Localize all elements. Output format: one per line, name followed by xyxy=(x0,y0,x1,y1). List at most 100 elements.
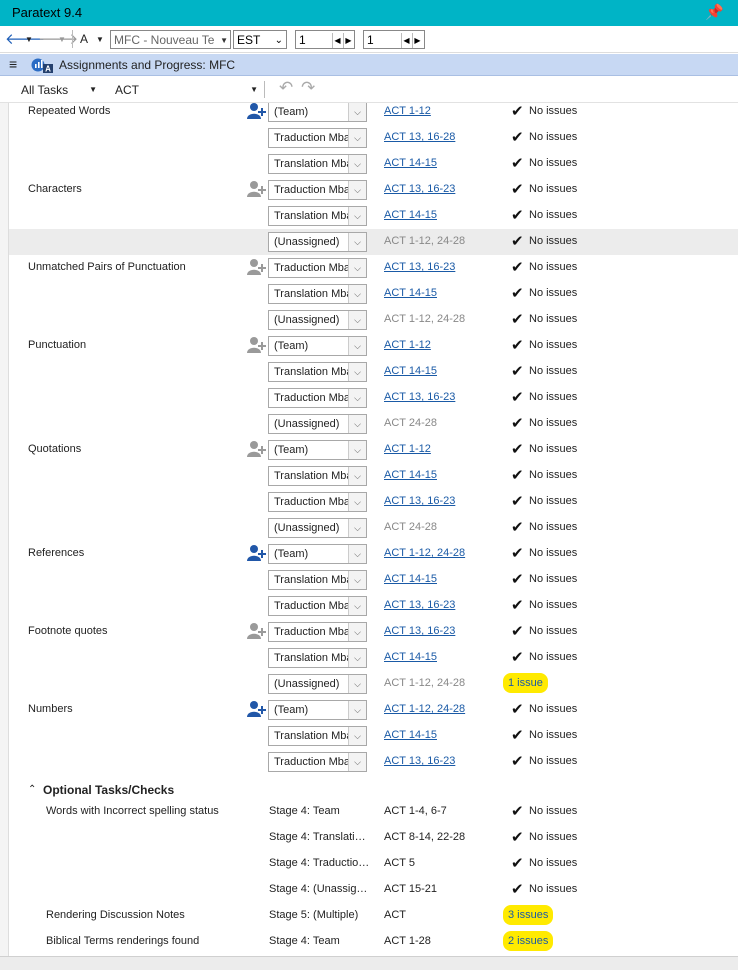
assignee-dropdown[interactable]: Translation Mba ⌵ xyxy=(268,466,367,486)
book-filter-dropdown[interactable]: ACT ▼ xyxy=(106,81,258,98)
assignee-value: Traduction Mba xyxy=(274,184,349,196)
assignee-dropdown[interactable]: (Team) ⌵ xyxy=(268,103,367,122)
assignee-dropdown[interactable]: (Unassigned) ⌵ xyxy=(268,232,367,252)
text-style-dropdown-icon[interactable]: ▼ xyxy=(96,30,104,49)
assignee-dropdown[interactable]: (Unassigned) ⌵ xyxy=(268,414,367,434)
chapter-range-link[interactable]: ACT 13, 16-23 xyxy=(384,391,455,403)
assignee-dropdown[interactable]: (Team) ⌵ xyxy=(268,440,367,460)
chapter-range-link[interactable]: ACT 14-15 xyxy=(384,729,437,741)
chevron-up-icon[interactable]: ⌃ xyxy=(28,784,36,795)
back-dropdown-icon[interactable]: ▼ xyxy=(25,30,33,49)
assignee-dropdown[interactable]: Traduction Mba ⌵ xyxy=(268,128,367,148)
task-filter-dropdown[interactable]: All Tasks ▼ xyxy=(13,81,101,98)
chapter-range-link: ACT 24-28 xyxy=(384,521,437,533)
verse-prev-icon[interactable]: ◀ xyxy=(401,33,411,48)
assignee-dropdown[interactable]: Traduction Mba ⌵ xyxy=(268,180,367,200)
chapter-range-link[interactable]: ACT 14-15 xyxy=(384,209,437,221)
assignee-dropdown[interactable]: (Unassigned) ⌵ xyxy=(268,518,367,538)
assign-user-icon[interactable] xyxy=(247,336,267,354)
assignee-dropdown[interactable]: Traduction Mba ⌵ xyxy=(268,492,367,512)
assignment-row: Traduction Mba ⌵ ACT 13, 16-23 ✔ No issues xyxy=(9,749,738,775)
chapter-range-link[interactable]: ACT 1-12, 24-28 xyxy=(384,703,465,715)
chapter-range-link[interactable]: ACT 14-15 xyxy=(384,365,437,377)
assign-user-icon[interactable] xyxy=(247,258,267,276)
chapter-range-link[interactable]: ACT 14-15 xyxy=(384,287,437,299)
forward-dropdown-icon[interactable]: ▼ xyxy=(58,30,66,49)
assignee-dropdown[interactable]: Traduction Mba ⌵ xyxy=(268,622,367,642)
assignment-row: Translation Mba ⌵ ACT 14-15 ✔ No issues xyxy=(9,359,738,385)
check-name: Unmatched Pairs of Punctuation xyxy=(28,261,186,273)
chapter-field[interactable]: 1 ◀ ▶ xyxy=(295,30,355,49)
assign-user-icon[interactable] xyxy=(247,440,267,458)
chapter-prev-icon[interactable]: ◀ xyxy=(332,33,342,48)
assignee-value: Translation Mba xyxy=(274,470,349,482)
assignee-dropdown[interactable]: (Team) ⌵ xyxy=(268,336,367,356)
verse-field[interactable]: 1 ◀ ▶ xyxy=(363,30,425,49)
chevron-down-icon: ⌵ xyxy=(348,181,366,199)
horizontal-scrollbar[interactable] xyxy=(0,956,738,970)
checkmark-icon: ✔ xyxy=(511,829,524,846)
assignee-dropdown[interactable]: (Team) ⌵ xyxy=(268,544,367,564)
chapter-range-link[interactable]: ACT 13, 16-23 xyxy=(384,261,455,273)
assignee-dropdown[interactable]: Translation Mba ⌵ xyxy=(268,154,367,174)
chapter-range-link[interactable]: ACT 13, 16-28 xyxy=(384,131,455,143)
pin-icon[interactable]: 📌 xyxy=(705,3,724,21)
assignment-row: Traduction Mba ⌵ ACT 13, 16-23 ✔ No issues xyxy=(9,593,738,619)
chapter-range-link[interactable]: ACT 1-12 xyxy=(384,443,431,455)
assignment-row: Quotations (Team) ⌵ ACT 1-12 ✔ No issues xyxy=(9,437,738,463)
assignment-row: Translation Mba ⌵ ACT 14-15 ✔ No issues xyxy=(9,151,738,177)
chapter-range-link[interactable]: ACT 1-12 xyxy=(384,339,431,351)
chapter-range-link[interactable]: ACT 1-12 xyxy=(384,105,431,117)
chapter-range: ACT 8-14, 22-28 xyxy=(384,831,466,843)
redo-icon[interactable]: ↷ xyxy=(301,78,315,98)
check-name: Biblical Terms renderings found xyxy=(46,935,200,947)
assign-user-icon[interactable] xyxy=(247,700,267,718)
chapter-range-link[interactable]: ACT 13, 16-23 xyxy=(384,599,455,611)
text-style-button[interactable]: A xyxy=(80,30,88,49)
chapter-range-link[interactable]: ACT 13, 16-23 xyxy=(384,625,455,637)
book-filter-value: ACT xyxy=(115,83,139,97)
assignee-dropdown[interactable]: Translation Mba ⌵ xyxy=(268,726,367,746)
assignee-dropdown[interactable]: Traduction Mba ⌵ xyxy=(268,258,367,278)
chapter-range-link[interactable]: ACT 13, 16-23 xyxy=(384,183,455,195)
hamburger-menu-icon[interactable]: ≡ xyxy=(9,56,17,72)
assign-user-icon[interactable] xyxy=(247,180,267,198)
assign-user-icon[interactable] xyxy=(247,544,267,562)
assignee-dropdown[interactable]: (Unassigned) ⌵ xyxy=(268,310,367,330)
issue-count-link[interactable]: 1 issue xyxy=(503,673,548,693)
assignee-dropdown[interactable]: (Unassigned) ⌵ xyxy=(268,674,367,694)
versification-selector[interactable]: EST ⌄ xyxy=(233,30,287,49)
assign-user-icon[interactable] xyxy=(247,103,267,120)
assignee-dropdown[interactable]: Translation Mba ⌵ xyxy=(268,570,367,590)
assignee-dropdown[interactable]: Traduction Mba ⌵ xyxy=(268,752,367,772)
assign-user-icon[interactable] xyxy=(247,622,267,640)
chapter-range-link[interactable]: ACT 13, 16-23 xyxy=(384,495,455,507)
undo-icon[interactable]: ↶ xyxy=(279,78,293,98)
chapter-range-link[interactable]: ACT 14-15 xyxy=(384,157,437,169)
chevron-down-icon: ⌵ xyxy=(348,259,366,277)
issue-count-link[interactable]: 2 issues xyxy=(503,931,554,951)
status-text: No issues xyxy=(529,469,578,481)
chapter-range-link[interactable]: ACT 14-15 xyxy=(384,651,437,663)
optional-check-row: Biblical Terms renderings found Stage 4: … xyxy=(9,929,738,955)
verse-next-icon[interactable]: ▶ xyxy=(412,33,422,48)
status-text: No issues xyxy=(529,857,578,869)
chapter-range-link[interactable]: ACT 14-15 xyxy=(384,573,437,585)
panel-title: Assignments and Progress: MFC xyxy=(59,58,236,72)
assignee-dropdown[interactable]: Traduction Mba ⌵ xyxy=(268,596,367,616)
assignment-row: Repeated Words (Team) ⌵ ACT 1-12 ✔ No issues xyxy=(9,103,738,125)
chapter-value: 1 xyxy=(299,33,306,47)
chapter-next-icon[interactable]: ▶ xyxy=(343,33,353,48)
chapter-range-link[interactable]: ACT 13, 16-23 xyxy=(384,755,455,767)
assignee-dropdown[interactable]: Translation Mba ⌵ xyxy=(268,206,367,226)
assignee-dropdown[interactable]: (Team) ⌵ xyxy=(268,700,367,720)
issue-count-link[interactable]: 3 issues xyxy=(503,905,554,925)
assignee-dropdown[interactable]: Translation Mba ⌵ xyxy=(268,284,367,304)
chapter-range-link[interactable]: ACT 14-15 xyxy=(384,469,437,481)
status-text: No issues xyxy=(529,547,578,559)
assignee-dropdown[interactable]: Translation Mba ⌵ xyxy=(268,362,367,382)
chapter-range-link[interactable]: ACT 1-12, 24-28 xyxy=(384,547,465,559)
project-selector[interactable]: MFC - Nouveau Te ▼ xyxy=(110,30,231,49)
assignee-dropdown[interactable]: Traduction Mba ⌵ xyxy=(268,388,367,408)
assignee-dropdown[interactable]: Translation Mba ⌵ xyxy=(268,648,367,668)
